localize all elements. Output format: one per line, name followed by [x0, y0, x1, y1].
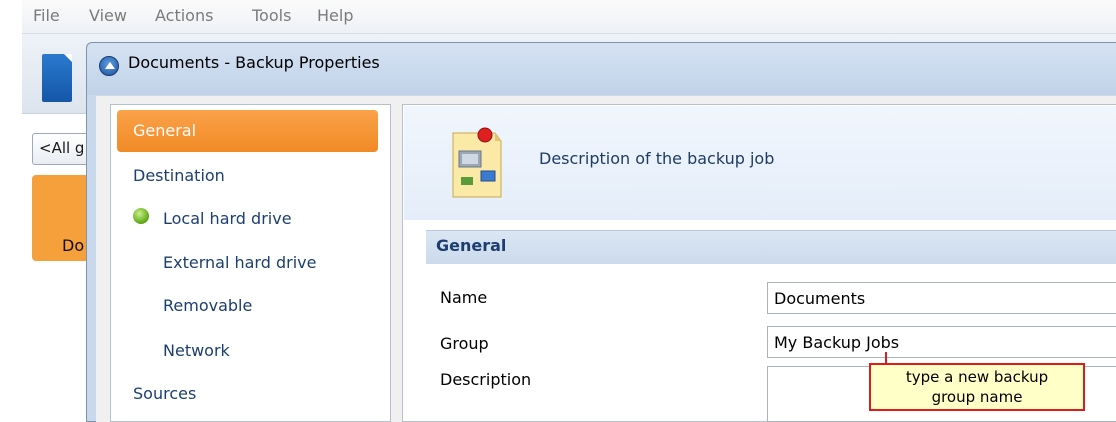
group-label: Group: [440, 334, 489, 353]
name-label: Name: [440, 288, 488, 307]
document-icon[interactable]: [42, 54, 72, 102]
section-header: [426, 230, 1116, 264]
nav-item-external-hard-drive[interactable]: External hard drive: [163, 253, 316, 272]
menu-tools[interactable]: Tools: [252, 6, 291, 25]
menu-help[interactable]: Help: [317, 6, 353, 25]
menu-file[interactable]: File: [33, 6, 60, 25]
callout-line-1: type a new backup: [905, 368, 1049, 386]
name-field[interactable]: [767, 282, 1116, 314]
dialog-title: Documents - Backup Properties: [128, 53, 380, 72]
nav-item-general-label: General: [133, 121, 197, 140]
callout-line-2: group name: [931, 388, 1023, 406]
group-field[interactable]: [767, 326, 1116, 358]
nav-item-removable[interactable]: Removable: [163, 296, 252, 315]
menu-actions[interactable]: Actions: [155, 6, 213, 25]
nav-item-sources[interactable]: Sources: [133, 384, 196, 403]
description-label: Description: [440, 370, 532, 389]
nav-item-local-hard-drive[interactable]: Local hard drive: [163, 209, 292, 228]
content-header-text: Description of the backup job: [539, 149, 775, 168]
section-title: General: [436, 236, 507, 255]
callout-note: type a new backup group name: [869, 363, 1085, 411]
backup-job-tile-label: Do: [62, 236, 85, 255]
outer-margin: [0, 0, 22, 422]
status-ok-icon: [133, 208, 149, 224]
menu-view[interactable]: View: [89, 6, 127, 25]
backup-job-icon: [452, 127, 502, 198]
nav-item-destination[interactable]: Destination: [133, 166, 225, 185]
app-logo-icon: [99, 56, 119, 76]
nav-item-network[interactable]: Network: [163, 341, 230, 360]
